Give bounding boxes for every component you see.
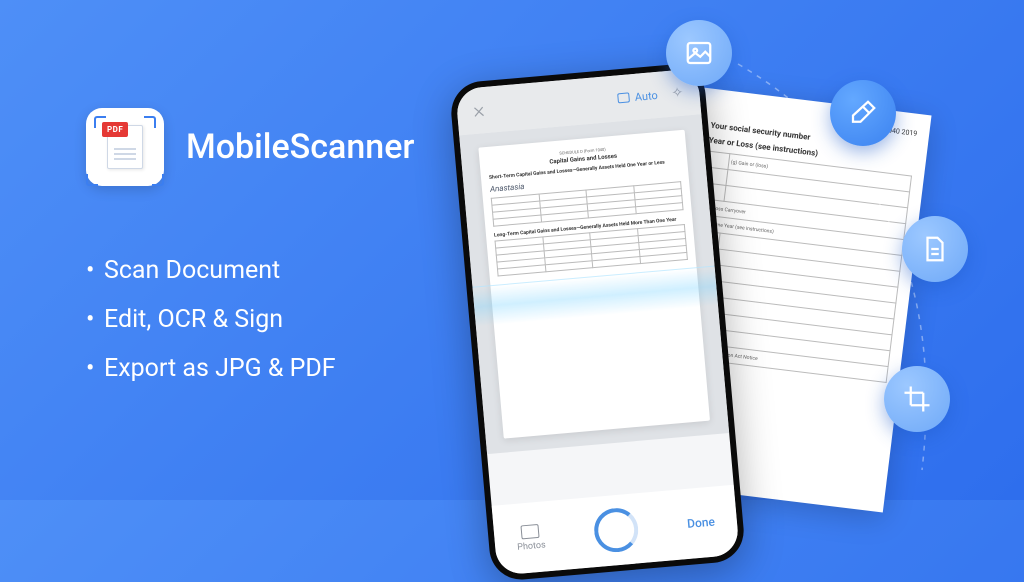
phone-mockup: × Auto ✧ SCHEDULE D (Form 1040) Capital …	[449, 62, 747, 582]
app-title: MobileScanner	[186, 127, 414, 167]
file-icon	[902, 216, 968, 282]
app-header: PDF MobileScanner	[86, 108, 414, 186]
photos-label: Photos	[517, 540, 546, 552]
pdf-badge: PDF	[102, 122, 128, 137]
phone-bottom-bar: Photos Done	[492, 485, 740, 576]
crop-icon	[884, 366, 950, 432]
feature-item: Export as JPG & PDF	[86, 354, 414, 383]
feature-item: Edit, OCR & Sign	[86, 305, 414, 334]
done-button[interactable]: Done	[687, 515, 716, 531]
image-icon	[666, 20, 732, 86]
scan-viewport: SCHEDULE D (Form 1040) Capital Gains and…	[459, 114, 729, 454]
auto-button[interactable]: Auto	[617, 88, 658, 104]
feature-list: Scan Document Edit, OCR & Sign Export as…	[86, 256, 414, 383]
feature-item: Scan Document	[86, 256, 414, 285]
close-icon[interactable]: ×	[472, 98, 486, 124]
app-icon: PDF	[86, 108, 164, 186]
erase-icon	[830, 80, 896, 146]
photos-icon	[521, 523, 540, 539]
auto-frame-icon	[617, 92, 630, 103]
auto-label: Auto	[634, 88, 658, 103]
document-icon: PDF	[107, 125, 143, 169]
capture-button[interactable]	[592, 506, 640, 554]
pin-icon[interactable]: ✧	[671, 85, 684, 102]
photos-button[interactable]: Photos	[515, 523, 546, 552]
